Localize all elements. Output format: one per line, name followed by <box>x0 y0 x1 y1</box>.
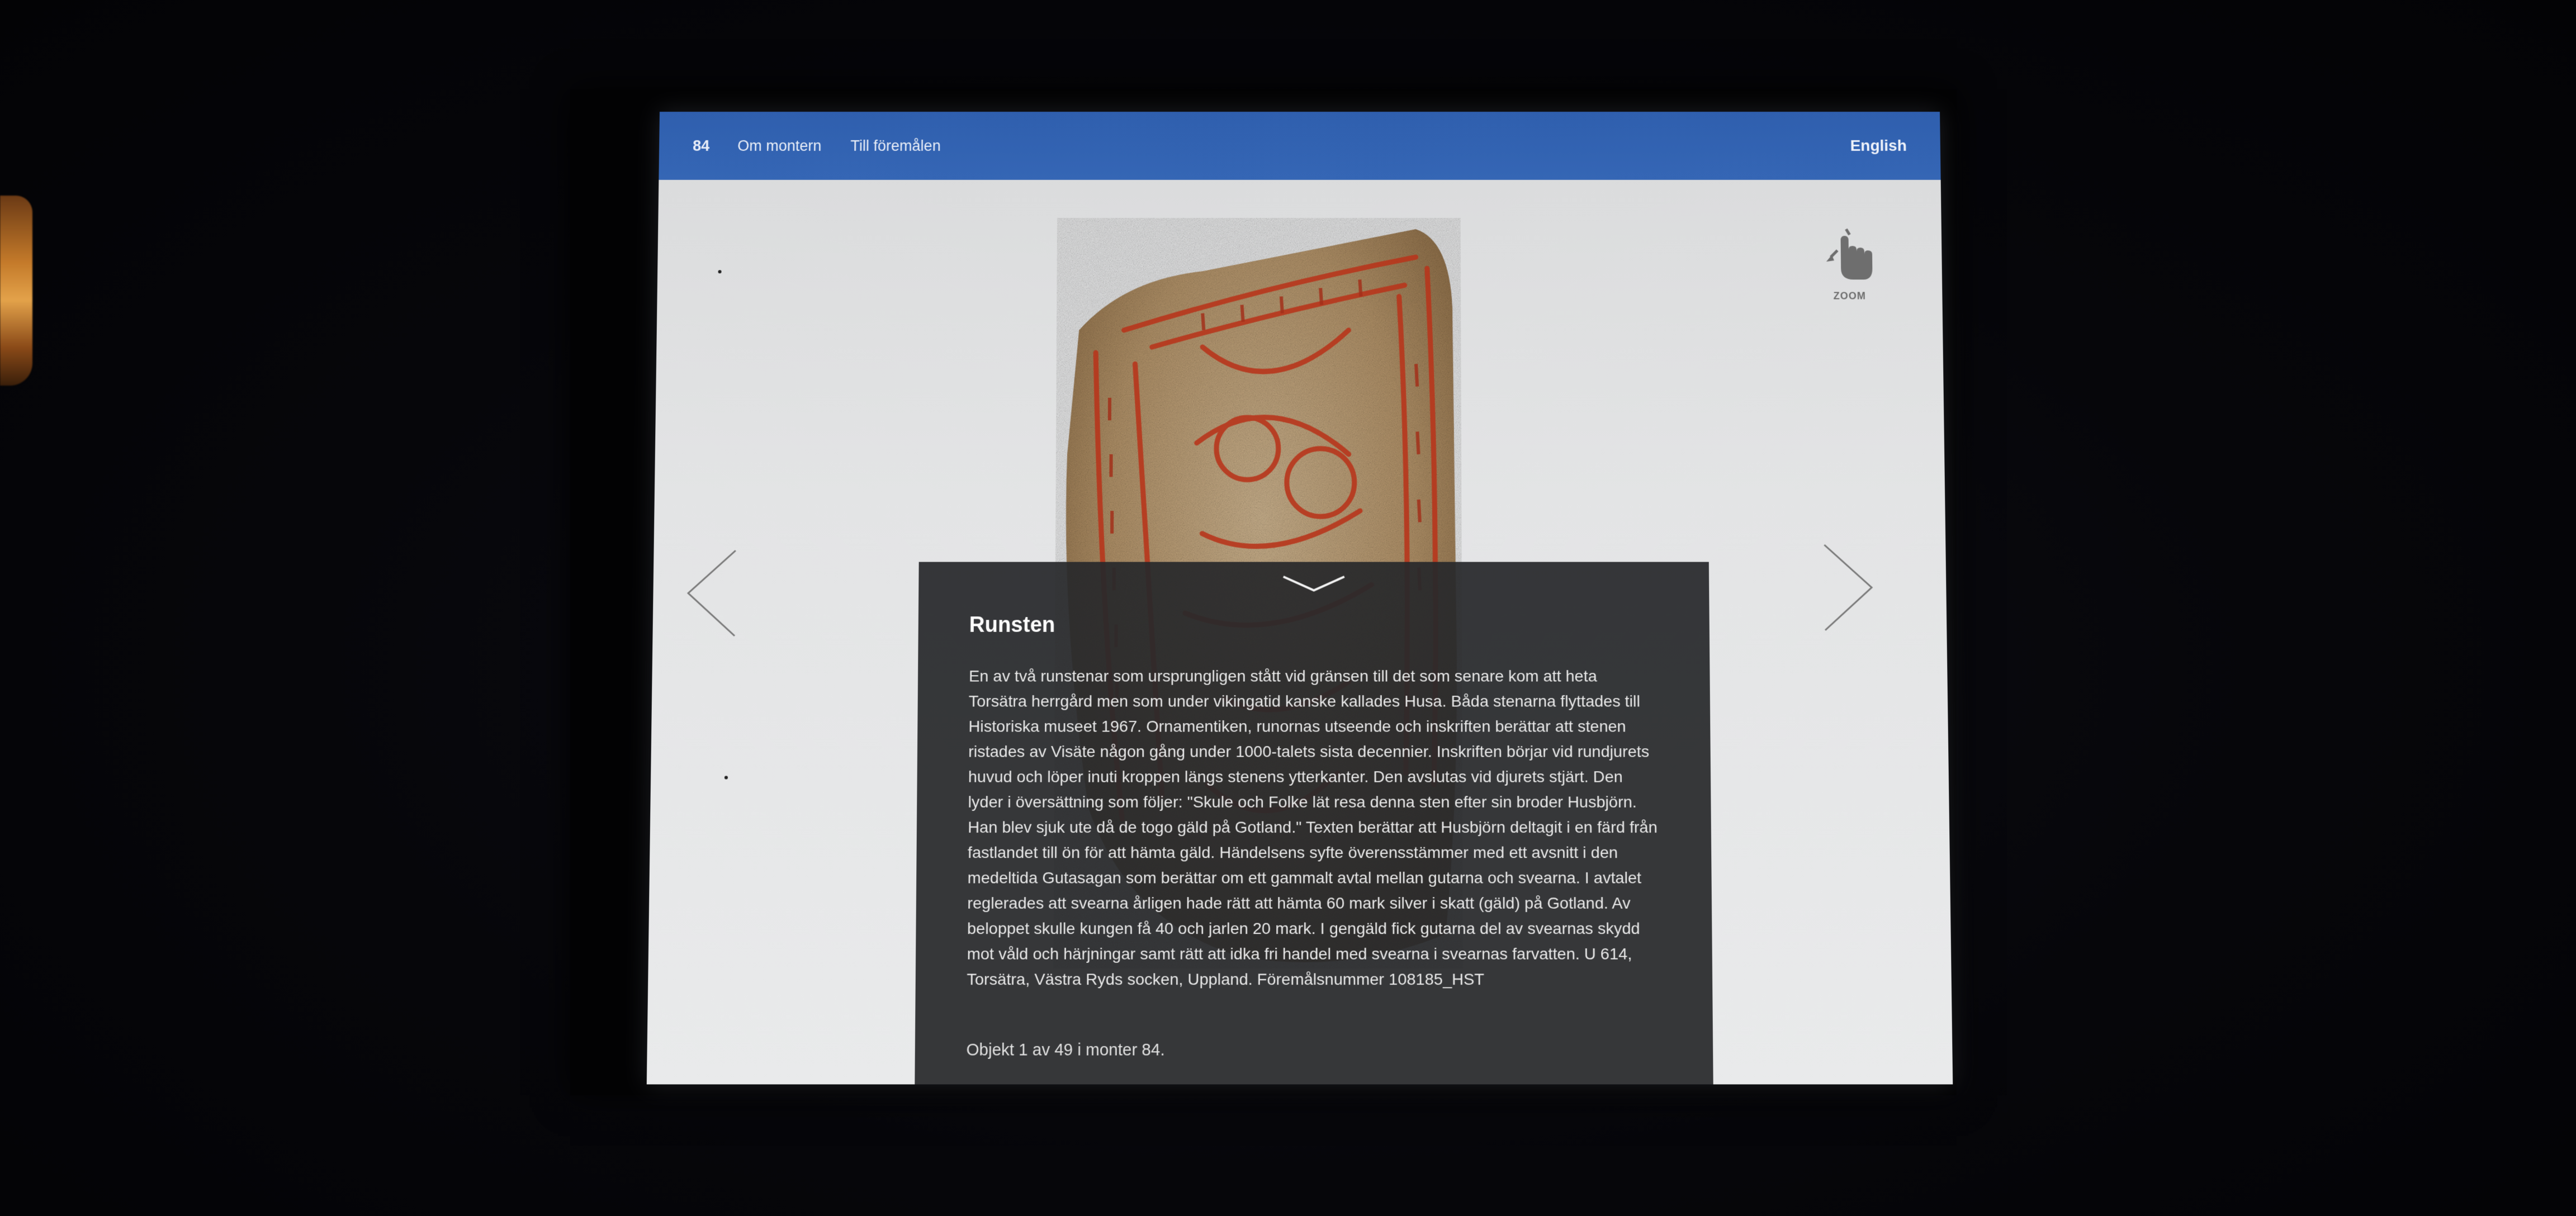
zoom-button[interactable]: ZOOM <box>1818 224 1881 302</box>
object-counter: Objekt 1 av 49 i monter 84. <box>966 1041 1165 1060</box>
zoom-label: ZOOM <box>1833 290 1866 302</box>
object-description: En av två runstenar som ursprungligen st… <box>967 667 1658 989</box>
object-info-panel: Runsten En av två runstenar som ursprung… <box>915 562 1713 1085</box>
screen-speck <box>718 270 722 274</box>
chevron-down-icon[interactable] <box>1280 572 1348 595</box>
kiosk-screen: 84 Om montern Till föremålen English ZOO… <box>646 112 1953 1085</box>
museum-object-edge <box>0 196 32 386</box>
hand-pinch-zoom-icon <box>1818 224 1873 280</box>
object-title: Runsten <box>969 613 1055 637</box>
nav-to-objects[interactable]: Till föremålen <box>850 137 940 154</box>
screen-speck <box>724 776 728 780</box>
monter-number: 84 <box>693 137 710 154</box>
language-switch-button[interactable]: English <box>1850 137 1907 155</box>
chevron-left-icon[interactable] <box>681 545 744 642</box>
chevron-right-icon[interactable] <box>1816 539 1879 636</box>
nav-about-monter[interactable]: Om montern <box>737 137 821 154</box>
photo-background: 84 Om montern Till föremålen English ZOO… <box>0 0 2576 1216</box>
top-navigation-bar: 84 Om montern Till föremålen English <box>659 112 1941 180</box>
